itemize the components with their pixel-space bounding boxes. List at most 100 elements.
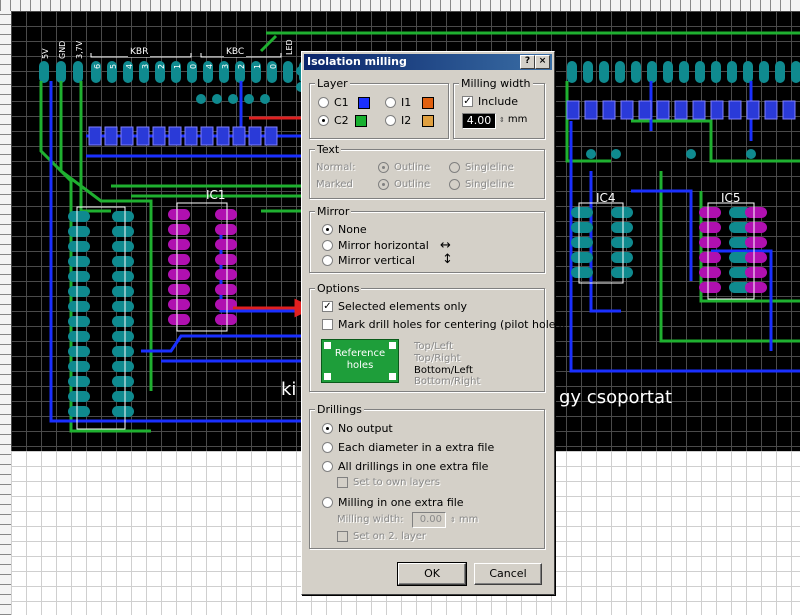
ref-pos-bottom-left[interactable]: Bottom/Left: [414, 365, 473, 376]
mirror-none-radio[interactable]: None: [322, 223, 367, 236]
layer-i2-label: I2: [401, 114, 412, 127]
reference-holes-label: Reference holes: [334, 348, 386, 371]
set-on-2-layer-checkbox[interactable]: Set on 2. layer: [337, 531, 426, 542]
milling-in-one-radio[interactable]: Milling in one extra file: [322, 496, 464, 509]
checkmark-icon: ✓: [462, 96, 473, 107]
help-button[interactable]: ?: [520, 55, 535, 69]
mirror-group: Mirror None Mirror horizontal ↔ Mirror v…: [309, 205, 545, 273]
corner-hole-icon: [324, 342, 331, 349]
pin-label: 1: [173, 63, 182, 69]
pin-label: 5V: [41, 48, 50, 59]
pin-label: 2: [157, 63, 166, 69]
set-on-2-layer-label: Set on 2. layer: [353, 531, 427, 542]
close-button[interactable]: ×: [535, 55, 550, 69]
ok-button[interactable]: OK: [397, 562, 467, 586]
pin-label: GND: [58, 40, 67, 59]
text-group: Text Normal: Outline Singleline Marked O…: [309, 143, 545, 199]
text-normal-singleline-label: Singleline: [465, 162, 514, 173]
no-output-radio[interactable]: No output: [322, 422, 393, 435]
milling-width-input[interactable]: 4.00: [462, 113, 496, 129]
checkbox-icon: [337, 531, 348, 542]
ref-pos-bottom-right[interactable]: Bottom/Right: [414, 376, 480, 387]
kbr-label: KBR: [128, 47, 151, 57]
text-normal-singleline-radio[interactable]: Singleline: [449, 162, 514, 173]
checkbox-icon: [322, 319, 333, 330]
layer-c1-color-swatch: [357, 96, 370, 109]
kbc-label: KBC: [224, 47, 247, 57]
ic4-label: IC4: [596, 191, 616, 205]
all-in-one-radio[interactable]: All drillings in one extra file: [322, 460, 488, 473]
radio-icon: [322, 442, 333, 453]
radio-icon: [322, 240, 333, 251]
reference-holes-button[interactable]: Reference holes: [321, 339, 399, 383]
layer-i2-radio[interactable]: I2: [385, 114, 435, 127]
pin-label: 0: [269, 63, 278, 69]
layer-c1-label: C1: [334, 96, 349, 109]
layer-c2-radio[interactable]: C2: [318, 114, 367, 127]
spinner-icon: ⇕: [499, 115, 505, 124]
radio-icon: [322, 423, 333, 434]
text-marked-singleline-radio[interactable]: Singleline: [449, 179, 514, 190]
led-label: LED: [285, 39, 294, 55]
pin-label: 3: [141, 63, 150, 69]
include-checkbox[interactable]: ✓ Include: [462, 95, 518, 108]
text-marked-singleline-label: Singleline: [465, 179, 514, 190]
ic1-label: IC1: [206, 188, 226, 202]
layer-c2-label: C2: [334, 114, 349, 127]
mark-drill-label: Mark drill holes for centering (pilot ho…: [338, 318, 566, 331]
layer-c1-radio[interactable]: C1: [318, 96, 370, 109]
checkmark-icon: ✓: [322, 301, 333, 312]
mark-drill-checkbox[interactable]: Mark drill holes for centering (pilot ho…: [322, 318, 566, 331]
set-own-layers-label: Set to own layers: [353, 477, 440, 488]
drill-milling-width-input[interactable]: 0.00: [412, 512, 446, 528]
text-normal-label: Normal:: [316, 162, 356, 173]
cancel-button[interactable]: Cancel: [474, 563, 542, 585]
layer-group-title: Layer: [315, 77, 350, 90]
radio-icon: [322, 255, 333, 266]
all-in-one-label: All drillings in one extra file: [338, 460, 489, 473]
drillings-group-title: Drillings: [315, 403, 364, 416]
drill-milling-width-spinner[interactable]: ⇕ mm: [450, 514, 478, 525]
radio-icon: [449, 179, 460, 190]
layer-i1-label: I1: [401, 96, 412, 109]
mirror-vertical-label: Mirror vertical: [338, 254, 415, 267]
mirror-none-label: None: [338, 223, 367, 236]
layer-i1-color-swatch: [422, 96, 435, 109]
layer-c2-color-swatch: [354, 114, 367, 127]
isolation-milling-dialog: Isolation milling ? × Layer C1 I1 C2 I2 …: [301, 51, 566, 595]
pin-label: 6: [93, 63, 102, 69]
options-group-title: Options: [315, 282, 362, 295]
selected-only-checkbox[interactable]: ✓ Selected elements only: [322, 300, 467, 313]
milling-in-one-label: Milling in one extra file: [338, 496, 464, 509]
set-own-layers-checkbox[interactable]: Set to own layers: [337, 477, 440, 488]
each-diameter-radio[interactable]: Each diameter in a extra file: [322, 441, 494, 454]
milling-width-spinner[interactable]: ⇕ mm: [499, 114, 527, 125]
radio-icon: [449, 162, 460, 173]
layer-i2-color-swatch: [422, 114, 435, 127]
ref-pos-top-right[interactable]: Top/Right: [414, 353, 461, 364]
text-group-title: Text: [315, 143, 342, 156]
radio-icon: [385, 115, 396, 126]
mirror-vertical-radio[interactable]: Mirror vertical: [322, 254, 415, 267]
milling-width-unit: mm: [507, 114, 528, 125]
text-normal-outline-radio[interactable]: Outline: [378, 162, 430, 173]
pin-label: 3: [221, 63, 230, 69]
radio-icon: [378, 162, 389, 173]
text-normal-outline-label: Outline: [394, 162, 431, 173]
layer-i1-radio[interactable]: I1: [385, 96, 435, 109]
radio-icon: [322, 224, 333, 235]
spinner-icon: ⇕: [450, 515, 456, 524]
ref-pos-top-left[interactable]: Top/Left: [414, 341, 453, 352]
radio-icon: [378, 179, 389, 190]
radio-icon: [322, 461, 333, 472]
corner-hole-icon: [324, 373, 331, 380]
text-marked-outline-radio[interactable]: Outline: [378, 179, 430, 190]
pin-label: 2: [237, 63, 246, 69]
dialog-titlebar[interactable]: Isolation milling ? ×: [304, 54, 552, 70]
pin-label: 0: [189, 63, 198, 69]
milling-width-group-title: Milling width: [459, 77, 533, 90]
corner-hole-icon: [389, 373, 396, 380]
mirror-group-title: Mirror: [315, 205, 352, 218]
mirror-horizontal-radio[interactable]: Mirror horizontal: [322, 239, 429, 252]
radio-icon: [318, 97, 329, 108]
